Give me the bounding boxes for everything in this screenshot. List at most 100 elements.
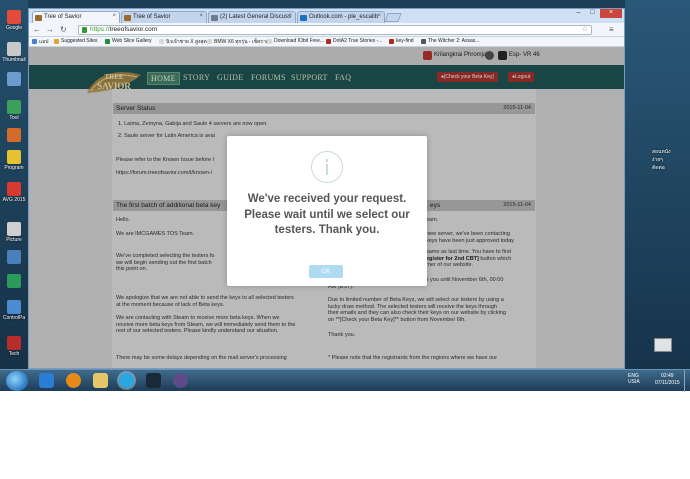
bookmark-suggested-sites[interactable]: Suggested Sites [54, 38, 97, 44]
apps-icon [32, 39, 37, 44]
bookmark-thai-site[interactable]: นิวเจ้าชาย X สูงสุด [159, 38, 207, 46]
desktop-right-text: สอนหนัง [652, 149, 671, 155]
bookmark-key-find[interactable]: key-find [389, 38, 414, 44]
steam-taskbar-icon[interactable] [146, 373, 161, 388]
desktop-icon-program[interactable]: Program [3, 150, 25, 171]
minimize-icon[interactable]: – [572, 9, 585, 18]
dialog-message-line: testers. Thank you. [274, 224, 380, 236]
web-slice-icon [105, 39, 110, 44]
ok-button[interactable]: OK [309, 265, 343, 278]
desktop-right-text: ง่ายๆ [652, 157, 663, 163]
clock-time: 02:49 [661, 373, 674, 379]
dialog-message-line: We've received your request. [247, 193, 407, 205]
tab-strip: Tree of Savior × Tree of Savior × (2) La… [29, 9, 624, 24]
url-host: treeofsavior.com [109, 26, 158, 33]
desktop-icon-google[interactable]: Google [3, 10, 25, 31]
desktop-icon-tool[interactable]: Tool [3, 100, 25, 121]
bookmark-witcher[interactable]: The Witcher 2: Assas... [421, 38, 479, 44]
bookmark-label: Download IObit Free... [274, 38, 325, 44]
bookmark-dota2[interactable]: DotA2 True Stories -... [326, 38, 382, 44]
chrome-like-icon[interactable] [173, 373, 188, 388]
bookmarks-bar: แอป Suggested Sites Web Slice Gallery นิ… [29, 37, 624, 47]
suggested-sites-icon [54, 39, 59, 44]
bookmark-label: The Witcher 2: Assas... [428, 38, 480, 44]
browser-window: Tree of Savior × Tree of Savior × (2) La… [28, 8, 625, 369]
forward-arrow-icon[interactable]: → [46, 25, 54, 35]
close-icon[interactable]: × [199, 13, 203, 19]
page-icon [421, 39, 426, 44]
tab-label: (2) Latest General Discuss [220, 14, 292, 20]
region-text: USIA [628, 379, 640, 385]
request-received-dialog: We've received your request. Please wait… [227, 136, 427, 286]
maximize-icon[interactable]: □ [586, 9, 599, 18]
desktop-icon-generic[interactable] [3, 274, 25, 288]
bookmark-label: DotA2 True Stories -... [333, 38, 383, 44]
close-window-icon[interactable]: × [600, 9, 622, 18]
address-bar[interactable]: https://treeofsavior.com ☆ [78, 25, 592, 35]
desktop-icon-generic[interactable] [3, 250, 25, 264]
forum-favicon [211, 15, 218, 21]
bookmark-label: BMW X6 ทุกรุ่น - เช็คราคา [214, 39, 273, 45]
screen: Google Thumbnail Tool Program AVG 2015 P… [0, 0, 690, 479]
desktop-icon-tech[interactable]: Tech [3, 336, 25, 357]
taskbar: ENG USIA 02:49 07/11/2015 [0, 369, 690, 392]
url-scheme: https:// [90, 26, 110, 33]
firefox-icon[interactable] [66, 373, 81, 388]
show-desktop-button[interactable] [684, 370, 690, 392]
close-icon[interactable]: × [288, 13, 292, 19]
page-icon [159, 39, 164, 44]
bookmark-star-icon[interactable]: ☆ [582, 26, 588, 34]
skype-icon[interactable] [119, 373, 134, 388]
youtube-icon [326, 39, 331, 44]
bookmark-label: key-find [396, 38, 414, 44]
start-button[interactable] [6, 371, 28, 391]
lock-icon [82, 27, 87, 33]
web-page: Krilangkrai Phromjai Esp- VR 46 TREE SAV… [29, 47, 624, 368]
outlook-favicon [300, 15, 307, 21]
tab-label: Tree of Savior [44, 14, 82, 20]
desktop-icon-generic[interactable] [3, 128, 25, 142]
clock[interactable]: 02:49 07/11/2015 [655, 373, 680, 387]
desktop-icon-thumbnail[interactable]: Thumbnail [2, 42, 26, 63]
bookmark-label: Web Slice Gallery [112, 38, 152, 44]
close-icon[interactable]: × [377, 13, 381, 19]
tree-of-savior-favicon [124, 15, 131, 21]
page-icon [207, 39, 212, 44]
bookmark-bmw[interactable]: BMW X6 ทุกรุ่น - เช็คราคา [207, 38, 272, 46]
desktop-right-strip [625, 0, 690, 369]
close-icon[interactable]: × [112, 13, 116, 19]
desktop-icon-generic[interactable] [3, 72, 25, 86]
tab-label: Outlook.com - ple_escalib [309, 14, 379, 20]
tree-of-savior-favicon [35, 15, 42, 21]
tab-general-discussion[interactable]: (2) Latest General Discuss × [208, 11, 296, 23]
key-icon [389, 39, 394, 44]
window-controls: – □ × [572, 9, 622, 18]
bookmark-iobit[interactable]: Download IObit Free... [267, 38, 324, 44]
browser-menu-icon[interactable]: ≡ [609, 25, 614, 34]
new-tab-button[interactable] [384, 13, 402, 22]
bookmark-label: แอป [39, 39, 49, 45]
internet-explorer-icon[interactable] [39, 373, 54, 388]
info-icon [311, 151, 343, 183]
desktop-icon-picture[interactable]: Picture [3, 222, 25, 243]
file-explorer-icon[interactable] [93, 373, 108, 388]
back-arrow-icon[interactable]: ← [33, 25, 41, 35]
desktop-right-thumbnail[interactable] [654, 338, 672, 352]
reload-icon[interactable]: ↻ [60, 25, 67, 35]
desktop-icon-avg[interactable]: AVG 2015 [3, 182, 25, 203]
tab-label: Tree of Savior [133, 14, 171, 20]
language-indicator[interactable]: ENG USIA [628, 373, 640, 385]
bookmark-label: Suggested Sites [61, 38, 98, 44]
clock-date: 07/11/2015 [655, 380, 680, 386]
tab-outlook[interactable]: Outlook.com - ple_escalib × [297, 11, 385, 23]
bookmark-apps[interactable]: แอป [32, 38, 48, 46]
dialog-message-line: Please wait until we select our [244, 208, 410, 221]
tab-tree-of-savior-2[interactable]: Tree of Savior × [121, 11, 207, 23]
bookmark-web-slice-gallery[interactable]: Web Slice Gallery [105, 38, 152, 44]
desktop-icon-controlpanel[interactable]: ControlPa [3, 300, 25, 321]
page-icon [267, 39, 272, 44]
dialog-message: We've received your request. Please wait… [227, 192, 427, 239]
browser-toolbar: ← → ↻ https://treeofsavior.com ☆ ≡ [29, 23, 624, 37]
bookmark-label: นิวเจ้าชาย X สูงสุด [166, 39, 207, 45]
desktop-right-text: ตัดต่อ [652, 165, 665, 171]
